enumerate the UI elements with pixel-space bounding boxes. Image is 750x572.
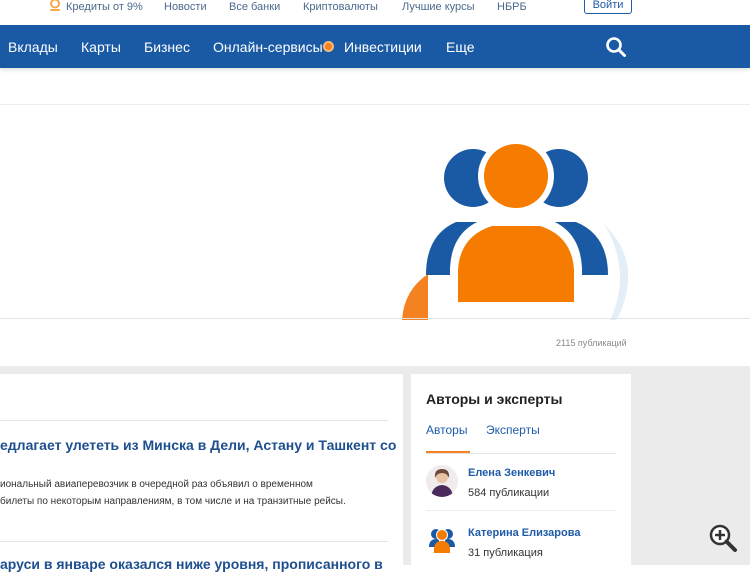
login-button[interactable]: Войти <box>584 0 632 14</box>
nav-item-business[interactable]: Бизнес <box>144 39 190 55</box>
top-link-credits[interactable]: Кредиты от 9% <box>66 1 143 13</box>
author-publications: 584 публикации <box>468 487 550 499</box>
hero-top-divider <box>0 104 750 105</box>
avatar[interactable] <box>426 465 458 497</box>
article-excerpt: иональный авиаперевозчик в очередной раз… <box>0 479 313 490</box>
article-title[interactable]: аруси в январе оказался ниже уровня, про… <box>0 556 383 572</box>
user-group-icon <box>429 529 455 553</box>
nav-item-deposits[interactable]: Вклады <box>8 39 58 55</box>
person-photo-icon <box>426 465 458 497</box>
article-title[interactable]: едлагает улететь из Минска в Дели, Астан… <box>0 437 396 453</box>
coin-icon <box>50 0 60 11</box>
article-divider <box>0 541 388 542</box>
nav-item-more[interactable]: Еще <box>446 39 475 55</box>
article-excerpt: билеты по некоторым направлениям, в том … <box>0 496 346 507</box>
author-name[interactable]: Катерина Елизарова <box>468 527 580 539</box>
top-link-banks[interactable]: Все банки <box>229 1 280 13</box>
author-divider <box>426 510 616 511</box>
hero-bottom-divider <box>0 318 750 319</box>
avatar[interactable] <box>426 525 458 557</box>
nav-item-investments[interactable]: Инвестиции <box>344 39 422 55</box>
top-link-crypto[interactable]: Криптовалюты <box>303 1 378 13</box>
top-link-news[interactable]: Новости <box>164 1 207 13</box>
article-divider <box>0 420 388 421</box>
publications-count: 2115 публикаций <box>556 338 627 348</box>
new-indicator-dot <box>323 41 334 52</box>
search-icon[interactable] <box>605 36 627 58</box>
tab-experts[interactable]: Эксперты <box>486 423 540 437</box>
top-utility-bar: Кредиты от 9% Новости Все банки Криптова… <box>0 0 750 25</box>
nav-item-online-services[interactable]: Онлайн-сервисы <box>213 39 323 55</box>
main-nav: Вклады Карты Бизнес Онлайн-сервисы Инвес… <box>0 25 750 68</box>
top-link-nbrb[interactable]: НБРБ <box>497 1 527 13</box>
tabs-divider <box>426 453 616 454</box>
top-link-rates[interactable]: Лучшие курсы <box>402 1 475 13</box>
author-name[interactable]: Елена Зенкевич <box>468 467 555 479</box>
authors-group-icon <box>402 140 629 320</box>
active-tab-indicator <box>426 451 470 453</box>
sidebar-title: Авторы и эксперты <box>426 391 563 407</box>
zoom-in-icon[interactable] <box>708 523 738 553</box>
nav-item-cards[interactable]: Карты <box>81 39 121 55</box>
author-publications: 31 публикация <box>468 547 543 559</box>
tab-authors[interactable]: Авторы <box>426 423 467 437</box>
news-feed-card <box>0 374 403 565</box>
